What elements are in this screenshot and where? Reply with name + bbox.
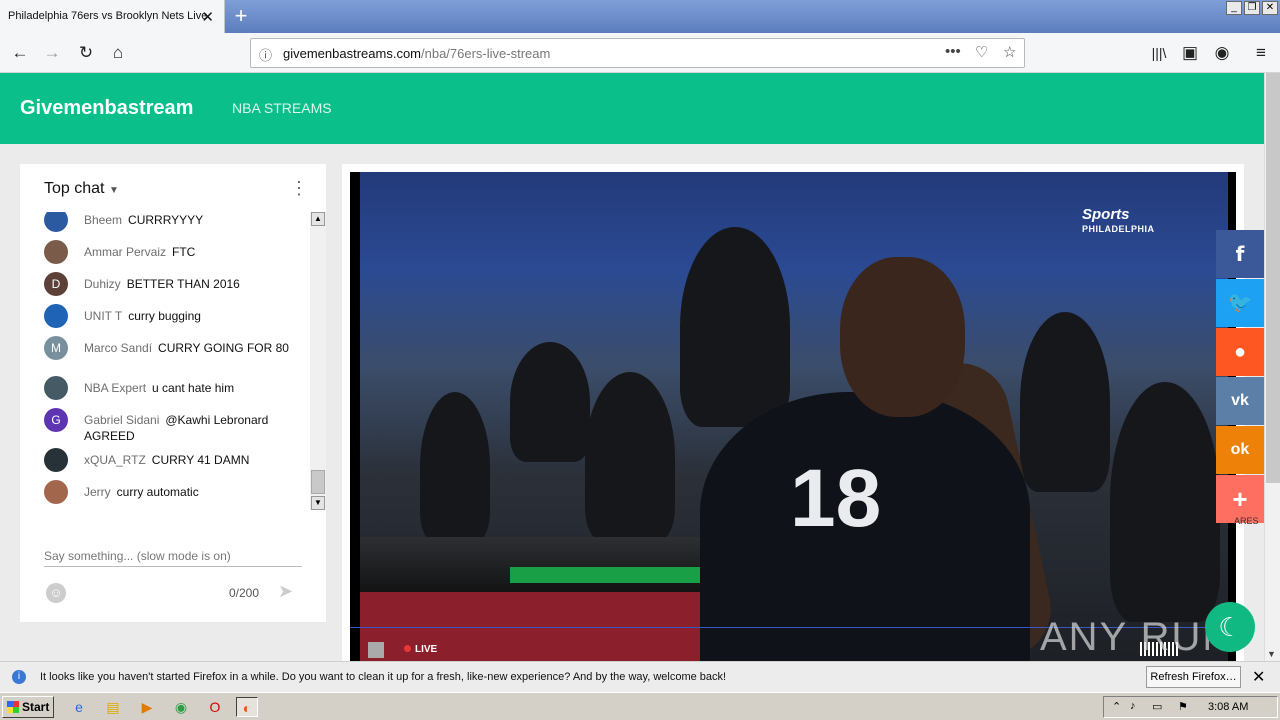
more-options-icon[interactable]: ⋮ xyxy=(290,178,308,199)
chat-scrollbar[interactable]: ▲ ▼ xyxy=(310,212,326,510)
forward-icon[interactable]: → xyxy=(38,39,66,67)
avatar xyxy=(44,240,68,264)
browser-tab[interactable]: Philadelphia 76ers vs Brooklyn Nets Live… xyxy=(0,0,225,33)
odnoklassniki-share-icon[interactable]: ok xyxy=(1216,426,1264,474)
restore-button[interactable]: ❐ xyxy=(1244,1,1260,15)
address-bar[interactable]: ⓘ givemenbastreams.com/nba/76ers-live-st… xyxy=(250,38,1025,68)
crowd-figure xyxy=(680,227,790,427)
site-logo[interactable]: Givemenbastream xyxy=(20,97,193,120)
url-text[interactable]: givemenbastreams.com/nba/76ers-live-stre… xyxy=(283,46,550,61)
minimize-button[interactable]: _ xyxy=(1226,1,1242,15)
window-controls: _ ❐ ✕ xyxy=(1226,1,1278,15)
notification-text: It looks like you haven't started Firefo… xyxy=(40,671,727,683)
chrome-icon[interactable]: ◉ xyxy=(170,697,192,717)
page-scrollbar[interactable]: ▼ xyxy=(1264,73,1280,661)
jersey-number: 18 xyxy=(790,453,882,544)
menu-icon[interactable]: ≡ xyxy=(1247,39,1275,67)
reload-icon[interactable]: ↻ xyxy=(72,39,100,67)
new-tab-button[interactable]: + xyxy=(229,3,253,29)
page-actions-icon[interactable]: ••• xyxy=(945,43,961,60)
library-icon[interactable]: |||\ xyxy=(1145,39,1173,67)
network-icon[interactable]: ▭ xyxy=(1152,700,1162,713)
video-frame: 18 Sports PHILADELPHIA xyxy=(360,172,1228,661)
crowd-figure xyxy=(1110,382,1220,622)
pocket-icon[interactable]: ♡ xyxy=(975,43,988,61)
title-bar: Philadelphia 76ers vs Brooklyn Nets Live… xyxy=(0,0,1280,33)
avatar: G xyxy=(44,408,68,432)
site-info-icon[interactable]: ⓘ xyxy=(259,45,272,64)
emoji-icon[interactable]: ☺ xyxy=(46,583,66,603)
crowd-figure xyxy=(510,342,590,462)
dark-mode-toggle-icon[interactable]: ☾ xyxy=(1205,602,1255,652)
info-icon: i xyxy=(12,670,26,684)
courtside-led xyxy=(510,567,710,583)
video-player[interactable]: 18 Sports PHILADELPHIA LIVE xyxy=(350,172,1236,661)
vk-share-icon[interactable]: vk xyxy=(1216,377,1264,425)
crowd-figure xyxy=(420,392,490,542)
firefox-notification-bar: i It looks like you haven't started Fire… xyxy=(0,661,1280,692)
account-icon[interactable]: ◉ xyxy=(1208,39,1236,67)
crowd-figure xyxy=(1020,312,1110,492)
chat-scrollbar-thumb[interactable] xyxy=(311,470,325,494)
volume-icon[interactable]: ♪ xyxy=(1130,700,1136,712)
reddit-share-icon[interactable]: ● xyxy=(1216,328,1264,376)
tray-expand-icon[interactable]: ⌃ xyxy=(1112,700,1121,713)
navigation-toolbar: ← → ↻ ⌂ ⓘ givemenbastreams.com/nba/76ers… xyxy=(0,33,1280,73)
refresh-firefox-button[interactable]: Refresh Firefox… xyxy=(1146,666,1241,688)
sidebar-icon[interactable]: ▣ xyxy=(1176,39,1204,67)
send-icon[interactable]: ➤ xyxy=(278,581,293,602)
character-counter: 0/200 xyxy=(229,586,260,600)
opera-icon[interactable]: O xyxy=(204,697,226,717)
back-icon[interactable]: ← xyxy=(6,39,34,67)
live-dot-icon xyxy=(404,645,411,652)
avatar xyxy=(44,448,68,472)
tab-close-icon[interactable]: ✕ xyxy=(201,8,214,26)
watermark-logo: ANY RUN xyxy=(1040,615,1234,659)
share-sidebar: f 🐦 ● vk ok + xyxy=(1216,230,1264,524)
taskbar: Start e ▤ ▶ ◉ O ◐ ⌃ ♪ ▭ ⚑ 3:08 AM xyxy=(0,692,1280,720)
system-tray: ⌃ ♪ ▭ ⚑ 3:08 AM xyxy=(1103,696,1278,718)
avatar xyxy=(44,212,68,232)
bookmark-star-icon[interactable]: ☆ xyxy=(1003,43,1016,61)
avatar: D xyxy=(44,272,68,296)
network-sub: PHILADELPHIA xyxy=(1082,224,1155,234)
scroll-down-arrow-icon[interactable]: ▼ xyxy=(1267,649,1276,659)
avatar xyxy=(44,304,68,328)
avatar xyxy=(44,480,68,504)
site-header: Givemenbastream NBA STREAMS xyxy=(0,73,1264,144)
windows-logo-icon xyxy=(7,701,19,713)
close-notification-icon[interactable]: ✕ xyxy=(1252,667,1265,687)
chevron-down-icon: ▼ xyxy=(108,185,119,196)
clock[interactable]: 3:08 AM xyxy=(1208,701,1248,713)
chat-mode-dropdown[interactable]: Top chat ▼ xyxy=(44,180,119,198)
network-logo: Sports xyxy=(1082,206,1130,223)
chat-input[interactable]: Say something... (slow mode is on) xyxy=(44,549,302,567)
scroll-down-arrow-icon[interactable]: ▼ xyxy=(311,496,325,510)
crowd-figure xyxy=(585,372,675,542)
ie-icon[interactable]: e xyxy=(68,697,90,717)
player-head xyxy=(840,257,965,417)
close-window-button[interactable]: ✕ xyxy=(1262,1,1278,15)
chat-message-list: Bheem CURRRYYYY Ammar Pervaiz FTC D Duhizy B… xyxy=(20,212,312,508)
action-center-flag-icon[interactable]: ⚑ xyxy=(1178,700,1188,713)
page-scrollbar-thumb[interactable] xyxy=(1266,73,1280,483)
shares-label: ARES xyxy=(1234,516,1259,526)
avatar: M xyxy=(44,336,68,360)
live-indicator[interactable]: LIVE xyxy=(404,644,437,655)
tab-title: Philadelphia 76ers vs Brooklyn Nets Live xyxy=(8,10,208,22)
live-chat-panel: Top chat ▼ ⋮ Bheem CURRRYYYY Ammar Pervai… xyxy=(20,164,326,622)
twitter-share-icon[interactable]: 🐦 xyxy=(1216,279,1264,327)
start-button[interactable]: Start xyxy=(2,696,54,718)
nav-link-nba-streams[interactable]: NBA STREAMS xyxy=(232,100,332,116)
scroll-up-arrow-icon[interactable]: ▲ xyxy=(311,212,325,226)
avatar xyxy=(44,376,68,400)
explorer-folder-icon[interactable]: ▤ xyxy=(102,697,124,717)
media-player-icon[interactable]: ▶ xyxy=(136,697,158,717)
home-icon[interactable]: ⌂ xyxy=(104,39,132,67)
play-pause-button[interactable] xyxy=(368,642,384,658)
firefox-taskbar-icon[interactable]: ◐ xyxy=(236,697,258,717)
facebook-share-icon[interactable]: f xyxy=(1216,230,1264,278)
